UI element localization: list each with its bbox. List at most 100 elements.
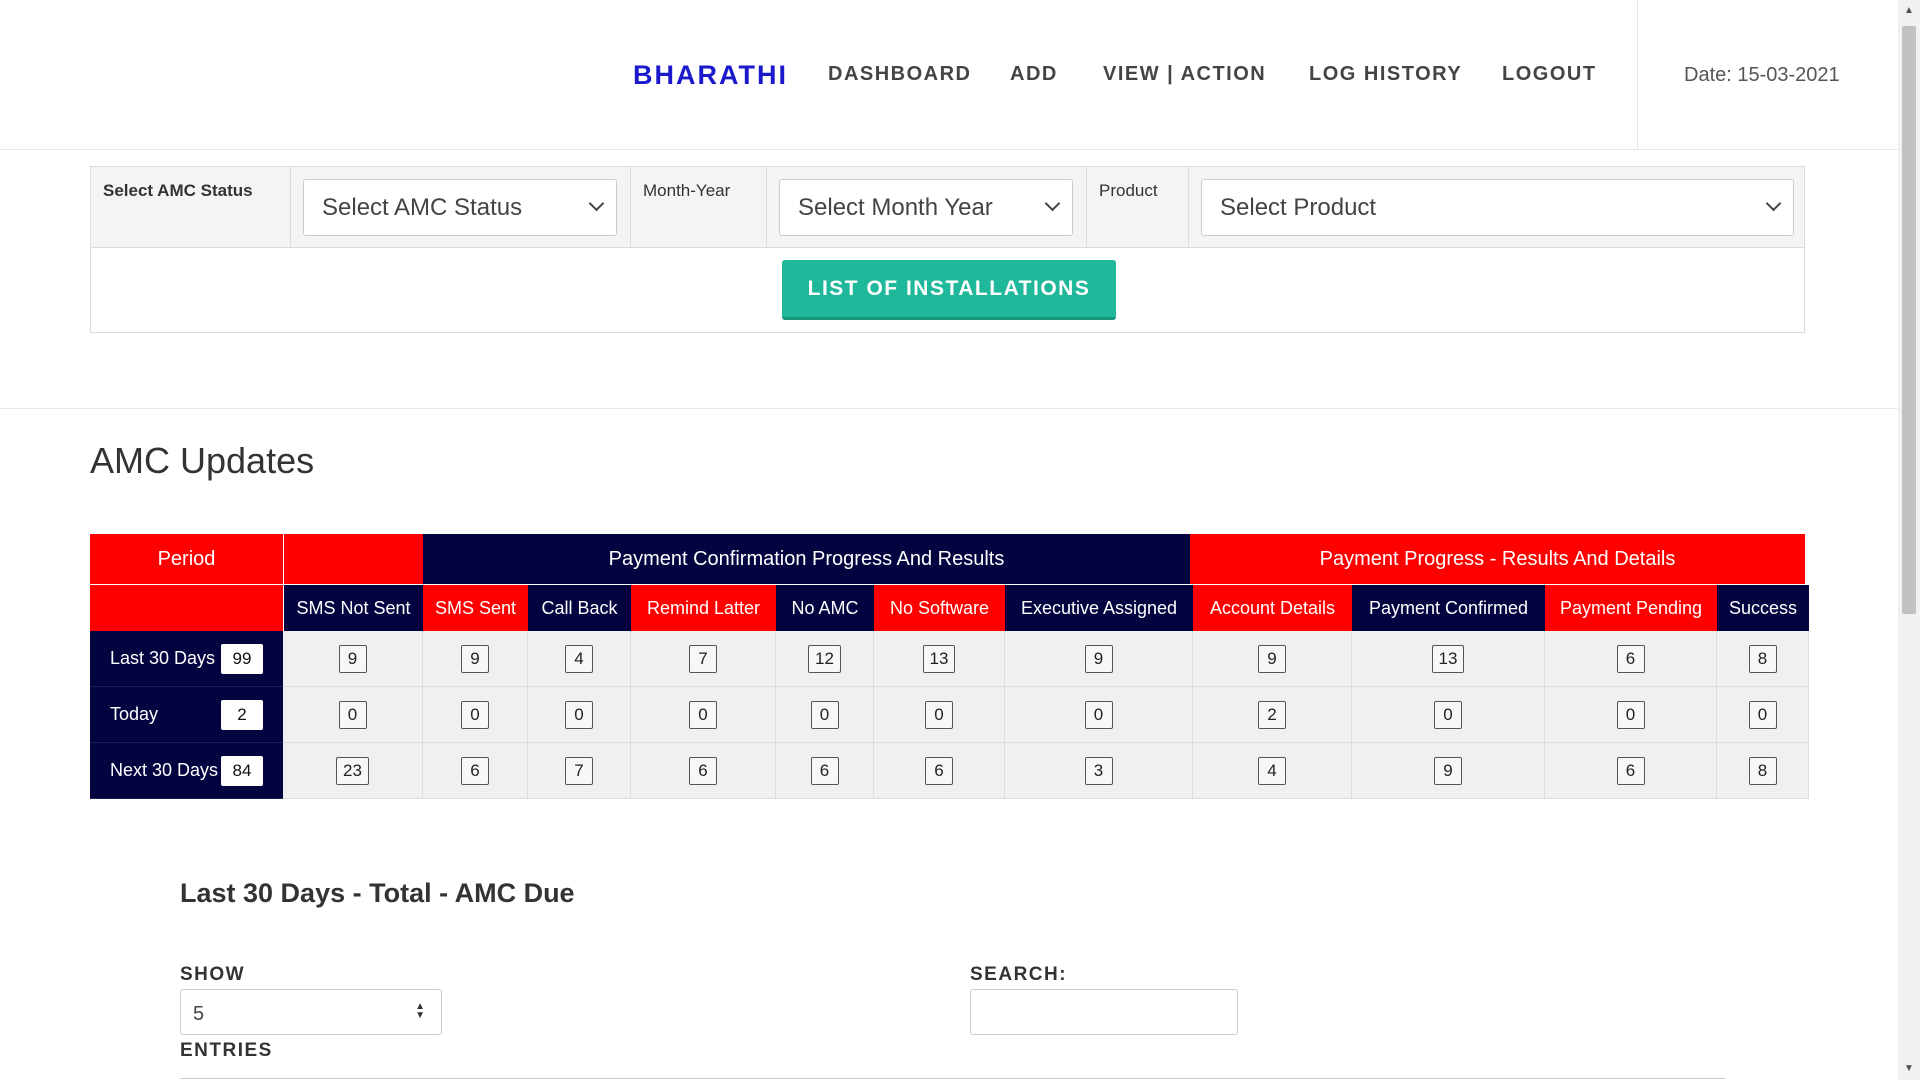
entries-label: ENTRIES [180,1040,273,1061]
count-badge[interactable]: 6 [689,756,717,785]
page-scrollbar[interactable]: ▲ ▼ [1898,0,1920,1080]
amc-status-select-cell: Select AMC Status [291,167,631,248]
product-label-cell: Product [1087,167,1189,248]
scroll-up-arrow-icon[interactable]: ▲ [1898,0,1920,22]
column-header: No AMC [776,584,874,631]
table-cell: 9 [1005,631,1193,687]
column-header: Account Details [1193,584,1352,631]
month-year-label-cell: Month-Year [631,167,767,248]
search-label: SEARCH: [970,964,1068,985]
count-badge[interactable]: 8 [1748,644,1777,673]
payment-progress-group-header: Payment Progress - Results And Details [1190,534,1805,584]
count-badge[interactable]: 2 [1258,700,1286,729]
table-cell: 6 [631,743,776,799]
count-badge[interactable]: 6 [1616,756,1645,785]
period-total-badge[interactable]: 84 [221,755,263,786]
scroll-down-arrow-icon[interactable]: ▼ [1898,1058,1920,1080]
table-cell: 0 [283,687,423,743]
chevron-down-icon [1765,195,1782,212]
table-cell: 0 [1352,687,1545,743]
count-badge[interactable]: 0 [1084,700,1113,729]
amc-status-label: Select AMC Status [103,181,253,200]
product-select[interactable]: Select Product [1201,179,1794,236]
count-badge[interactable]: 7 [689,644,717,673]
count-badge[interactable]: 9 [1084,644,1113,673]
amc-status-select-value: Select AMC Status [322,194,523,221]
period-cell: Last 30 Days 99 [90,631,283,687]
count-badge[interactable]: 0 [925,700,953,729]
count-badge[interactable]: 0 [338,700,367,729]
count-badge[interactable]: 6 [461,756,489,785]
count-badge[interactable]: 13 [1431,644,1465,673]
table-cell: 0 [528,687,631,743]
count-badge[interactable]: 0 [1434,700,1462,729]
table-cell: 7 [631,631,776,687]
filter-row: Select AMC Status Select AMC Status Mont… [91,167,1804,248]
period-cell: Next 30 Days 84 [90,743,283,799]
table-cell: 23 [283,743,423,799]
column-header: SMS Not Sent [283,584,423,631]
scroll-thumb[interactable] [1902,26,1916,614]
top-header: BHARATHI DASHBOARD ADD VIEW | ACTION LOG… [0,0,1898,150]
nav-log-history[interactable]: LOG HISTORY [1309,63,1462,86]
count-badge[interactable]: 0 [810,700,839,729]
count-badge[interactable]: 8 [1748,756,1777,785]
amc-due-title: Last 30 Days - Total - AMC Due [180,878,575,908]
count-badge[interactable]: 13 [922,644,956,673]
table-cell: 9 [423,631,528,687]
column-header: Executive Assigned [1005,584,1193,631]
nav-view-action[interactable]: VIEW | ACTION [1103,63,1266,86]
product-select-cell: Select Product [1189,167,1804,248]
count-badge[interactable]: 7 [565,756,593,785]
table-cell: 0 [1717,687,1809,743]
entries-per-page-value: 5 [193,1003,205,1025]
period-label: Next 30 Days [110,760,219,780]
count-badge[interactable]: 0 [1616,700,1645,729]
table-cell: 0 [1005,687,1193,743]
entries-per-page-select[interactable]: 5 ▲ ▼ [180,989,442,1035]
payment-confirmation-group-header: Payment Confirmation Progress And Result… [423,534,1190,584]
table-cell: 6 [1545,743,1717,799]
nav-logout[interactable]: LOGOUT [1502,63,1597,86]
count-badge[interactable]: 6 [810,756,839,785]
period-total-badge[interactable]: 2 [221,699,263,730]
count-badge[interactable]: 6 [925,756,953,785]
month-year-select[interactable]: Select Month Year [779,179,1073,236]
count-badge[interactable]: 3 [1084,756,1113,785]
amc-status-select[interactable]: Select AMC Status [303,179,617,236]
chevron-down-icon [588,195,605,212]
count-badge[interactable]: 0 [1748,700,1777,729]
amc-updates-table: Period Payment Confirmation Progress And… [90,534,1809,800]
search-input[interactable] [970,989,1238,1035]
count-badge[interactable]: 12 [808,644,841,673]
amc-status-label-cell: Select AMC Status [91,167,291,248]
period-total-badge[interactable]: 99 [221,643,263,674]
nav-add[interactable]: ADD [1010,63,1058,86]
show-label: SHOW [180,964,246,985]
table-cell: 0 [423,687,528,743]
chevron-down-icon [1044,195,1061,212]
count-badge[interactable]: 6 [1616,644,1645,673]
column-header: Call Back [528,584,631,631]
table-cell: 0 [1545,687,1717,743]
count-badge[interactable]: 23 [336,756,369,785]
section-divider [0,408,1898,409]
count-badge[interactable]: 9 [461,644,489,673]
count-badge[interactable]: 0 [461,700,489,729]
table-cell: 6 [423,743,528,799]
count-badge[interactable]: 9 [1258,644,1286,673]
table-cell: 0 [631,687,776,743]
count-badge[interactable]: 4 [565,644,593,673]
column-header: Success [1717,584,1809,631]
list-of-installations-button[interactable]: LIST OF INSTALLATIONS [782,260,1116,320]
nav-dashboard[interactable]: DASHBOARD [828,63,972,86]
count-badge[interactable]: 9 [1434,756,1462,785]
count-badge[interactable]: 0 [565,700,593,729]
table-cell: 2 [1193,687,1352,743]
count-badge[interactable]: 9 [338,644,367,673]
table-cell: 9 [1193,631,1352,687]
brand-logo[interactable]: BHARATHI [633,60,788,91]
period-header: Period [90,534,283,584]
count-badge[interactable]: 0 [689,700,717,729]
count-badge[interactable]: 4 [1258,756,1286,785]
